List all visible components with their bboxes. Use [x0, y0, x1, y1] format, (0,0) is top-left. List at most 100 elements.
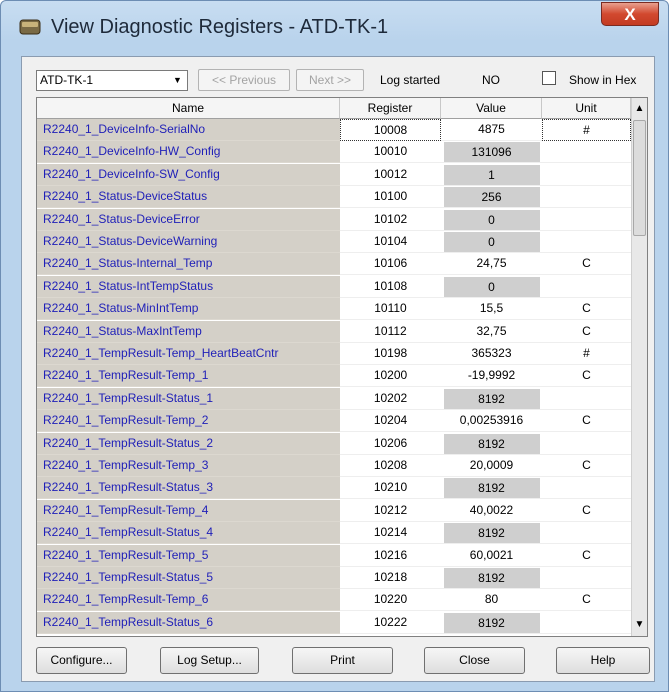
register-unit-cell[interactable] — [542, 612, 631, 634]
register-value-cell[interactable]: 8192 — [441, 567, 542, 589]
register-value-cell[interactable]: 365323 — [441, 343, 542, 365]
register-name-cell[interactable]: R2240_1_DeviceInfo-HW_Config — [37, 141, 340, 164]
show-hex-checkbox[interactable] — [542, 71, 556, 85]
table-row[interactable]: R2240_1_TempResult-Status_2 10206 8192 — [37, 432, 631, 455]
register-name-cell[interactable]: R2240_1_TempResult-Temp_2 — [37, 410, 340, 433]
register-unit-cell[interactable]: C — [542, 455, 631, 477]
next-button[interactable]: Next >> — [296, 69, 364, 91]
print-button[interactable]: Print — [292, 647, 393, 674]
register-value-cell[interactable]: 0 — [441, 231, 542, 253]
help-button[interactable]: Help — [556, 647, 650, 674]
close-button[interactable]: Close — [424, 647, 525, 674]
register-name-cell[interactable]: R2240_1_TempResult-Status_3 — [37, 477, 340, 500]
register-value-cell[interactable]: 40,0022 — [441, 500, 542, 522]
column-header-name[interactable]: Name — [37, 98, 340, 119]
register-unit-cell[interactable]: C — [542, 321, 631, 343]
register-address-cell[interactable]: 10204 — [340, 410, 441, 433]
register-address-cell[interactable]: 10222 — [340, 612, 441, 634]
register-value-cell[interactable]: 60,0021 — [441, 545, 542, 567]
register-value-cell[interactable]: 20,0009 — [441, 455, 542, 477]
register-name-cell[interactable]: R2240_1_DeviceInfo-SerialNo — [37, 119, 340, 141]
register-name-cell[interactable]: R2240_1_DeviceInfo-SW_Config — [37, 163, 340, 186]
table-row[interactable]: R2240_1_TempResult-Status_5 10218 8192 — [37, 567, 631, 589]
register-address-cell[interactable]: 10216 — [340, 545, 441, 567]
register-name-cell[interactable]: R2240_1_TempResult-Temp_HeartBeatCntr — [37, 343, 340, 365]
register-name-cell[interactable]: R2240_1_Status-IntTempStatus — [37, 275, 340, 298]
register-name-cell[interactable]: R2240_1_Status-DeviceWarning — [37, 231, 340, 253]
register-unit-cell[interactable] — [542, 164, 631, 186]
register-unit-cell[interactable]: C — [542, 365, 631, 388]
table-row[interactable]: R2240_1_TempResult-Status_4 10214 8192 — [37, 522, 631, 545]
table-row[interactable]: R2240_1_DeviceInfo-SerialNo 10008 4875 # — [37, 119, 631, 141]
register-name-cell[interactable]: R2240_1_Status-Internal_Temp — [37, 253, 340, 276]
device-select[interactable]: ATD-TK-1 ▼ — [36, 70, 188, 91]
table-row[interactable]: R2240_1_Status-MaxIntTemp 10112 32,75 C — [37, 320, 631, 343]
table-row[interactable]: R2240_1_DeviceInfo-SW_Config 10012 1 — [37, 163, 631, 186]
register-address-cell[interactable]: 10108 — [340, 276, 441, 298]
register-address-cell[interactable]: 10106 — [340, 253, 441, 276]
register-value-cell[interactable]: 8192 — [441, 388, 542, 410]
table-row[interactable]: R2240_1_TempResult-Status_1 10202 8192 — [37, 387, 631, 410]
table-row[interactable]: R2240_1_Status-Internal_Temp 10106 24,75 C — [37, 253, 631, 276]
register-unit-cell[interactable] — [542, 209, 631, 231]
register-value-cell[interactable]: 80 — [441, 589, 542, 612]
register-name-cell[interactable]: R2240_1_Status-DeviceStatus — [37, 186, 340, 209]
register-address-cell[interactable]: 10200 — [340, 365, 441, 388]
register-unit-cell[interactable]: C — [542, 253, 631, 276]
show-hex-label[interactable]: Show in Hex — [569, 71, 636, 89]
register-value-cell[interactable]: 8192 — [441, 433, 542, 455]
register-value-cell[interactable]: 0 — [441, 209, 542, 231]
configure-button[interactable]: Configure... — [36, 647, 127, 674]
register-value-cell[interactable]: 8192 — [441, 522, 542, 545]
register-value-cell[interactable]: 256 — [441, 186, 542, 209]
vertical-scrollbar[interactable]: ▲ ▼ — [631, 98, 647, 636]
table-row[interactable]: R2240_1_TempResult-Temp_HeartBeatCntr 101… — [37, 343, 631, 365]
register-name-cell[interactable]: R2240_1_TempResult-Temp_5 — [37, 544, 340, 567]
table-row[interactable]: R2240_1_Status-DeviceWarning 10104 0 — [37, 231, 631, 253]
register-unit-cell[interactable]: # — [542, 119, 631, 141]
table-row[interactable]: R2240_1_TempResult-Temp_3 10208 20,0009 C — [37, 455, 631, 477]
table-row[interactable]: R2240_1_TempResult-Status_6 10222 8192 — [37, 611, 631, 634]
scroll-down-arrow-icon[interactable]: ▼ — [632, 616, 647, 633]
register-unit-cell[interactable] — [542, 477, 631, 500]
register-value-cell[interactable]: 1 — [441, 164, 542, 186]
register-value-cell[interactable]: 4875 — [441, 119, 542, 141]
register-address-cell[interactable]: 10110 — [340, 298, 441, 321]
column-header-value[interactable]: Value — [441, 98, 542, 119]
register-address-cell[interactable]: 10010 — [340, 141, 441, 164]
register-value-cell[interactable]: 8192 — [441, 612, 542, 634]
table-row[interactable]: R2240_1_Status-MinIntTemp 10110 15,5 C — [37, 298, 631, 321]
register-name-cell[interactable]: R2240_1_TempResult-Status_6 — [37, 611, 340, 634]
register-unit-cell[interactable]: C — [542, 589, 631, 612]
register-address-cell[interactable]: 10210 — [340, 477, 441, 500]
register-value-cell[interactable]: -19,9992 — [441, 365, 542, 388]
register-address-cell[interactable]: 10214 — [340, 522, 441, 545]
scrollbar-thumb[interactable] — [633, 120, 646, 236]
register-value-cell[interactable]: 8192 — [441, 477, 542, 500]
table-row[interactable]: R2240_1_TempResult-Temp_5 10216 60,0021 C — [37, 544, 631, 567]
register-name-cell[interactable]: R2240_1_TempResult-Temp_1 — [37, 365, 340, 388]
table-row[interactable]: R2240_1_TempResult-Temp_2 10204 0,00253916… — [37, 410, 631, 433]
register-name-cell[interactable]: R2240_1_TempResult-Status_5 — [37, 567, 340, 589]
column-header-unit[interactable]: Unit — [542, 98, 631, 119]
register-address-cell[interactable]: 10212 — [340, 500, 441, 522]
register-unit-cell[interactable]: C — [542, 298, 631, 321]
register-address-cell[interactable]: 10008 — [340, 119, 441, 141]
register-unit-cell[interactable] — [542, 522, 631, 545]
register-name-cell[interactable]: R2240_1_Status-DeviceError — [37, 208, 340, 231]
table-row[interactable]: R2240_1_Status-IntTempStatus 10108 0 — [37, 275, 631, 298]
register-value-cell[interactable]: 0 — [441, 276, 542, 298]
register-unit-cell[interactable] — [542, 141, 631, 164]
register-unit-cell[interactable]: # — [542, 343, 631, 365]
table-row[interactable]: R2240_1_Status-DeviceError 10102 0 — [37, 208, 631, 231]
register-value-cell[interactable]: 24,75 — [441, 253, 542, 276]
register-address-cell[interactable]: 10206 — [340, 433, 441, 455]
register-address-cell[interactable]: 10208 — [340, 455, 441, 477]
register-name-cell[interactable]: R2240_1_Status-MaxIntTemp — [37, 320, 340, 343]
column-header-register[interactable]: Register — [340, 98, 441, 119]
register-address-cell[interactable]: 10012 — [340, 164, 441, 186]
close-window-button[interactable]: X — [601, 2, 659, 26]
register-address-cell[interactable]: 10104 — [340, 231, 441, 253]
register-value-cell[interactable]: 32,75 — [441, 321, 542, 343]
register-name-cell[interactable]: R2240_1_TempResult-Status_4 — [37, 522, 340, 545]
